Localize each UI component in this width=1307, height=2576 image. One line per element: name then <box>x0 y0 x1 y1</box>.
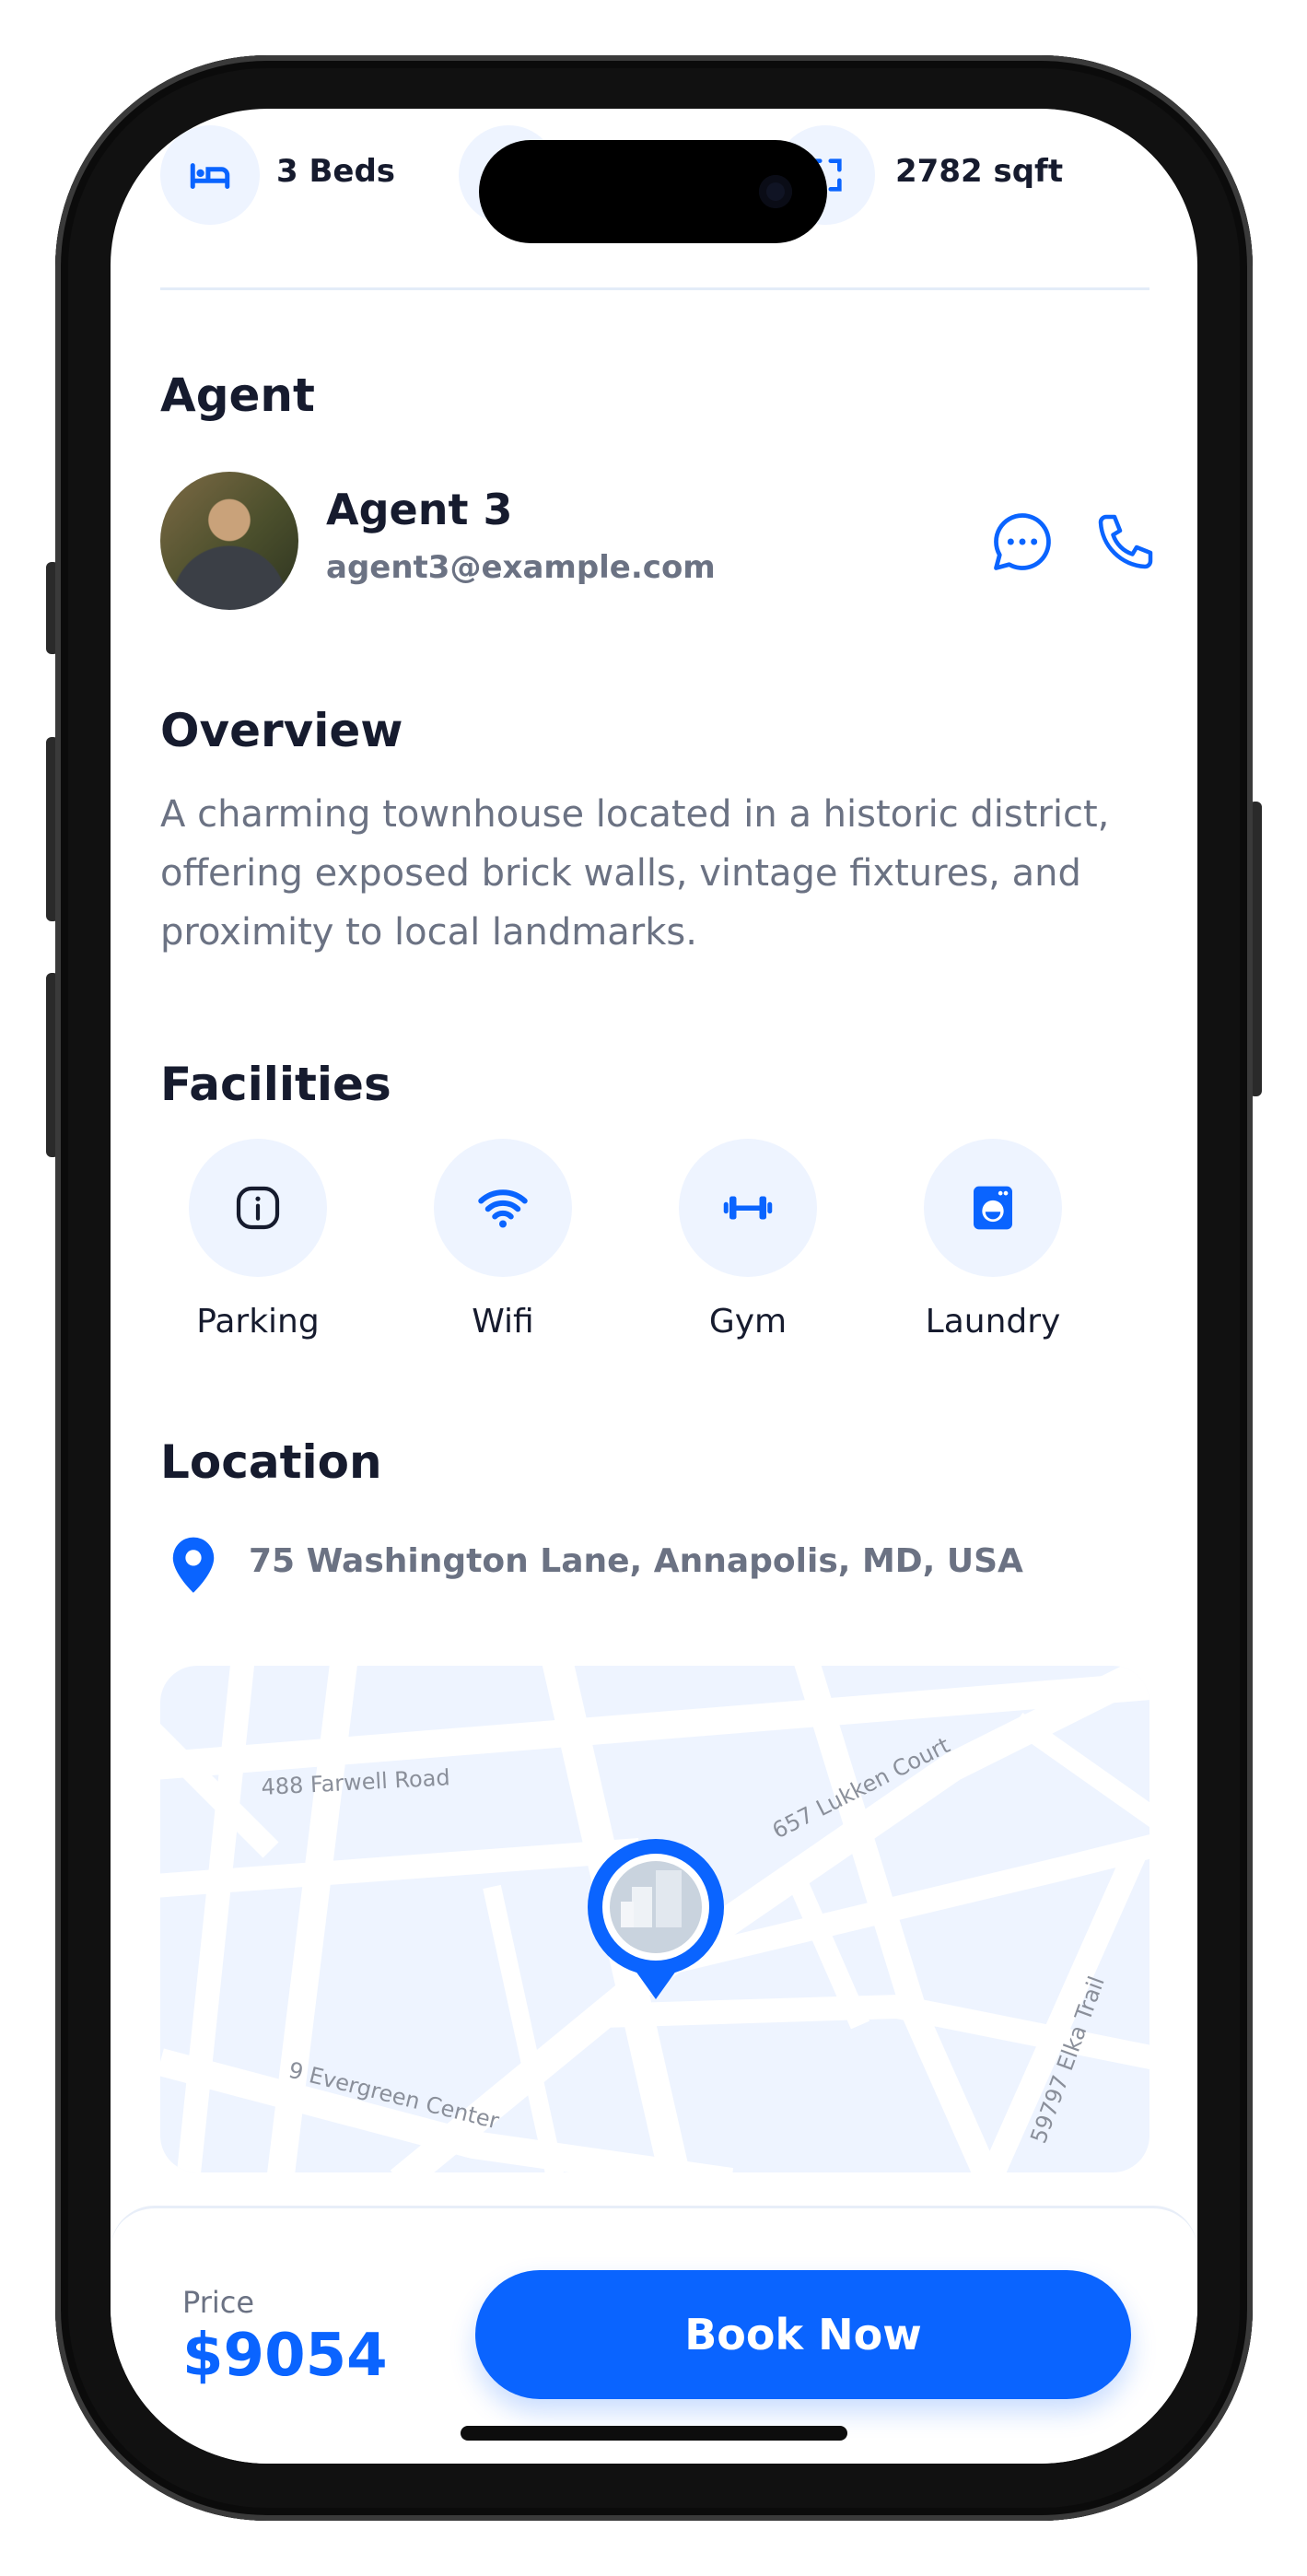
bed-icon <box>190 163 230 189</box>
dumbbell-icon <box>723 1196 773 1220</box>
facility-laundry[interactable]: Laundry <box>882 1139 1103 1341</box>
info-icon <box>236 1186 280 1230</box>
facility-label: Laundry <box>925 1303 1061 1341</box>
chat-icon[interactable] <box>987 507 1057 577</box>
facility-label: Parking <box>196 1303 320 1341</box>
home-indicator[interactable] <box>461 2426 847 2441</box>
location-pin-icon <box>172 1537 215 1593</box>
agent-email: agent3@example.com <box>326 549 716 586</box>
facility-parking[interactable]: Parking <box>147 1139 368 1341</box>
facility-label: Wifi <box>472 1303 534 1341</box>
agent-name: Agent 3 <box>326 485 513 534</box>
facility-icon-circle <box>434 1139 572 1277</box>
facility-gym[interactable]: Gym <box>637 1139 858 1341</box>
facility-icon-circle <box>189 1139 327 1277</box>
washing-machine-icon <box>974 1186 1012 1230</box>
overview-text: A charming townhouse located in a histor… <box>160 793 1110 954</box>
app-screen: 3 Beds 2782 sqft Agent Agent 3 agent3@ex… <box>111 109 1197 2464</box>
facility-icon-circle <box>679 1139 817 1277</box>
price-value: $9054 <box>182 2322 388 2390</box>
stats-divider <box>160 287 1149 290</box>
facility-icon-circle <box>924 1139 1062 1277</box>
agent-avatar[interactable] <box>160 472 298 610</box>
beds-stat-icon-circle <box>160 125 260 225</box>
location-map[interactable]: 488 Farwell Road 657 Lukken Court 9 Ever… <box>160 1666 1149 2172</box>
dynamic-island <box>479 140 827 243</box>
agent-section-title: Agent <box>160 369 315 422</box>
facility-wifi[interactable]: Wifi <box>392 1139 613 1341</box>
facility-label: Gym <box>708 1303 788 1341</box>
price-label: Price <box>182 2285 255 2320</box>
property-map-marker[interactable] <box>588 1839 724 1999</box>
area-stat: 2782 sqft <box>895 153 1064 190</box>
phone-icon[interactable] <box>1092 509 1159 575</box>
camera-icon <box>759 175 792 208</box>
location-section-title: Location <box>160 1435 382 1489</box>
map-streets: 488 Farwell Road 657 Lukken Court 9 Ever… <box>160 1666 1149 2172</box>
beds-stat: 3 Beds <box>276 153 396 190</box>
wifi-icon <box>478 1189 528 1228</box>
facilities-section-title: Facilities <box>160 1058 391 1111</box>
overview-section-title: Overview <box>160 704 403 757</box>
map-street-label: 488 Farwell Road <box>261 1764 450 1800</box>
property-address: 75 Washington Lane, Annapolis, MD, USA <box>249 1542 1023 1580</box>
book-now-button[interactable]: Book Now <box>475 2270 1131 2399</box>
